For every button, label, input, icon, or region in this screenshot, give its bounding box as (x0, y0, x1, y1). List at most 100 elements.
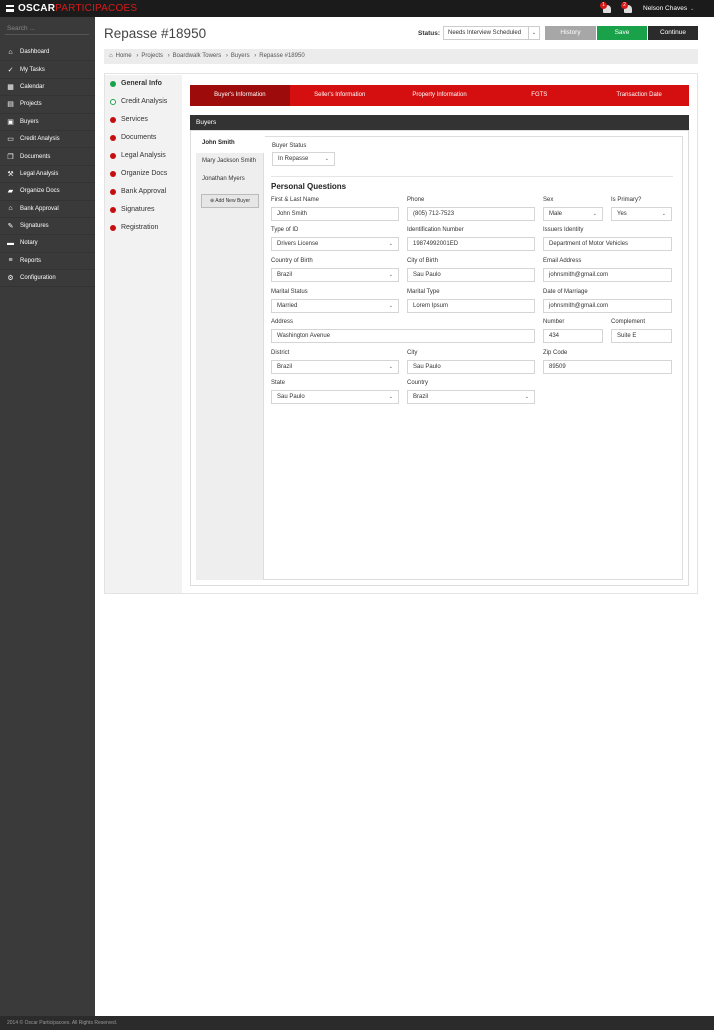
home-icon: ⌂ (109, 53, 113, 59)
add-new-buyer-button[interactable]: ⊕ Add New Buyer (201, 194, 259, 208)
step-label: Credit Analysis (121, 98, 168, 105)
sidebar-item-legal-analysis[interactable]: ⚒ Legal Analysis (0, 166, 95, 184)
step-bank-approval[interactable]: Bank Approval (110, 188, 166, 195)
user-menu[interactable]: Nelson Chaves ⌄ (643, 5, 694, 12)
sidebar-item-dashboard[interactable]: ⌂ Dashboard (0, 44, 95, 62)
chevron-right-icon: › (225, 53, 228, 59)
sex-select[interactable]: Male ⌄ (543, 207, 603, 221)
tab-property-information[interactable]: Property Information (390, 85, 490, 106)
name-label: First & Last Name (271, 197, 320, 203)
sidebar-item-bank-approval[interactable]: ⌂ Bank Approval (0, 201, 95, 218)
message-icon[interactable]: 2 (621, 2, 634, 14)
sidebar-item-projects[interactable]: ▤ Projects (0, 96, 95, 114)
status-value: Needs Interview Scheduled (448, 30, 522, 36)
date-of-marriage-field[interactable]: johnsmith@gmail.com (543, 299, 672, 313)
bank-icon: ⌂ (8, 205, 13, 213)
buyer-status-select[interactable]: In Repasse ⌄ (272, 152, 335, 166)
marital-status-label: Marital Status (271, 289, 308, 295)
status-select[interactable]: Needs Interview Scheduled ⌄ (443, 26, 540, 40)
sidebar-item-label: Reports (20, 257, 42, 264)
sidebar-item-label: Legal Analysis (20, 170, 59, 177)
search-input[interactable]: Search ... (5, 23, 89, 35)
sidebar-item-documents[interactable]: ❐ Documents (0, 148, 95, 166)
type-of-id-select[interactable]: Drivers License ⌄ (271, 237, 399, 251)
buyer-status-label: Buyer Status (272, 143, 307, 149)
sidebar-item-signatures[interactable]: ✎ Signatures (0, 218, 95, 236)
sidebar-item-configuration[interactable]: ⚙ Configuration (0, 270, 95, 288)
continue-button[interactable]: Continue (648, 26, 698, 40)
step-complete-icon (110, 80, 116, 87)
buyer-item-john-smith[interactable]: John Smith (202, 140, 235, 146)
step-label: Registration (121, 224, 159, 231)
phone-field[interactable]: (805) 712-7523 (407, 207, 535, 221)
step-todo-icon (110, 152, 116, 159)
sidebar-item-reports[interactable]: ≡ Reports (0, 253, 95, 271)
step-signatures[interactable]: Signatures (110, 206, 154, 213)
city-of-birth-field[interactable]: Sau Paulo (407, 268, 535, 282)
zip-field[interactable]: 89509 (543, 360, 672, 374)
step-organize-docs[interactable]: Organize Docs (110, 170, 167, 177)
save-button[interactable]: Save (597, 26, 647, 40)
sidebar-item-label: Bank Approval (20, 205, 59, 212)
tab-buyers-information[interactable]: Buyer's Information (190, 85, 290, 106)
buyer-status-value: In Repasse (278, 156, 309, 162)
country-of-birth-value: Brazil (277, 272, 293, 278)
history-button[interactable]: History (545, 26, 596, 40)
step-credit-analysis[interactable]: Credit Analysis (110, 98, 167, 105)
step-label: Legal Analysis (121, 152, 166, 159)
buyer-item-jonathan-myers[interactable]: Jonathan Myers (202, 176, 245, 182)
sidebar-item-buyers[interactable]: ▣ Buyers (0, 114, 95, 131)
gavel-icon: ⚒ (7, 170, 14, 178)
breadcrumb-project[interactable]: Boardwalk Towers (173, 53, 222, 59)
notification-bell-icon[interactable]: 1 (600, 2, 613, 14)
step-services[interactable]: Services (110, 116, 148, 123)
sidebar-item-notary[interactable]: ▬ Notary (0, 235, 95, 253)
complement-field[interactable]: Suite E (611, 329, 672, 343)
country-select[interactable]: Brazil ⌄ (407, 390, 535, 404)
district-select[interactable]: Brazil ⌄ (271, 360, 399, 374)
city-field[interactable]: Sau Paulo (407, 360, 535, 374)
tab-sellers-information[interactable]: Seller's Information (290, 85, 390, 106)
country-of-birth-select[interactable]: Brazil ⌄ (271, 268, 399, 282)
sidebar-item-label: Projects (20, 101, 42, 108)
is-primary-select[interactable]: Yes ⌄ (611, 207, 672, 221)
step-label: Signatures (121, 206, 155, 213)
number-field[interactable]: 434 (543, 329, 603, 343)
name-field[interactable]: John Smith (271, 207, 399, 221)
step-documents[interactable]: Documents (110, 134, 156, 141)
app-logo[interactable]: OSCAR PARTICIPACOES (6, 3, 137, 14)
top-bar: OSCAR PARTICIPACOES 1 2 Nelson Chaves ⌄ (0, 0, 714, 17)
step-registration[interactable]: Registration (110, 224, 158, 231)
breadcrumb-buyers[interactable]: Buyers (231, 53, 250, 59)
sidebar-item-label: Configuration (20, 275, 56, 282)
marital-status-select[interactable]: Married ⌄ (271, 299, 399, 313)
chevron-right-icon: › (254, 53, 257, 59)
pencil-icon: ✎ (7, 223, 14, 231)
brand-primary: OSCAR (18, 3, 56, 14)
buyer-item-mary-jackson-smith[interactable]: Mary Jackson Smith (202, 158, 256, 164)
calendar-icon: ▦ (7, 83, 14, 91)
issuers-identity-field[interactable]: Department of Motor Vehicles (543, 237, 672, 251)
chevron-right-icon: › (167, 53, 170, 59)
sidebar-item-calendar[interactable]: ▦ Calendar (0, 79, 95, 97)
state-select[interactable]: Sau Paulo ⌄ (271, 390, 399, 404)
breadcrumb-projects[interactable]: Projects (141, 53, 163, 59)
footer: 2014 © Oscar Participacoes. All Rights R… (0, 1016, 714, 1030)
step-legal-analysis[interactable]: Legal Analysis (110, 152, 166, 159)
email-field[interactable]: johnsmith@gmail.com (543, 268, 672, 282)
sidebar-item-my-tasks[interactable]: ✓ My Tasks (0, 61, 95, 79)
step-general-info[interactable]: General Info (110, 80, 162, 87)
address-field[interactable]: Washington Avenue (271, 329, 535, 343)
id-number-field[interactable]: 19874992001ED (407, 237, 535, 251)
sidebar-item-credit-analysis[interactable]: ▭ Credit Analysis (0, 131, 95, 149)
breadcrumb: ⌂ Home › Projects › Boardwalk Towers › Buyer… (104, 49, 698, 64)
marital-type-field[interactable]: Lorem Ipsum (407, 299, 535, 313)
sidebar-item-label: Calendar (20, 83, 45, 90)
breadcrumb-home[interactable]: Home (116, 53, 132, 59)
menu-icon[interactable] (6, 5, 14, 12)
tab-transaction-date[interactable]: Transaction Date (589, 85, 689, 106)
sidebar-item-label: Dashboard (20, 49, 50, 56)
sidebar-item-organize-docs[interactable]: ▰ Organize Docs (0, 183, 95, 201)
tab-fgts[interactable]: FGTS (489, 85, 589, 106)
sidebar-nav: ⌂ Dashboard ✓ My Tasks ▦ Calendar ▤ Projects… (0, 44, 95, 288)
